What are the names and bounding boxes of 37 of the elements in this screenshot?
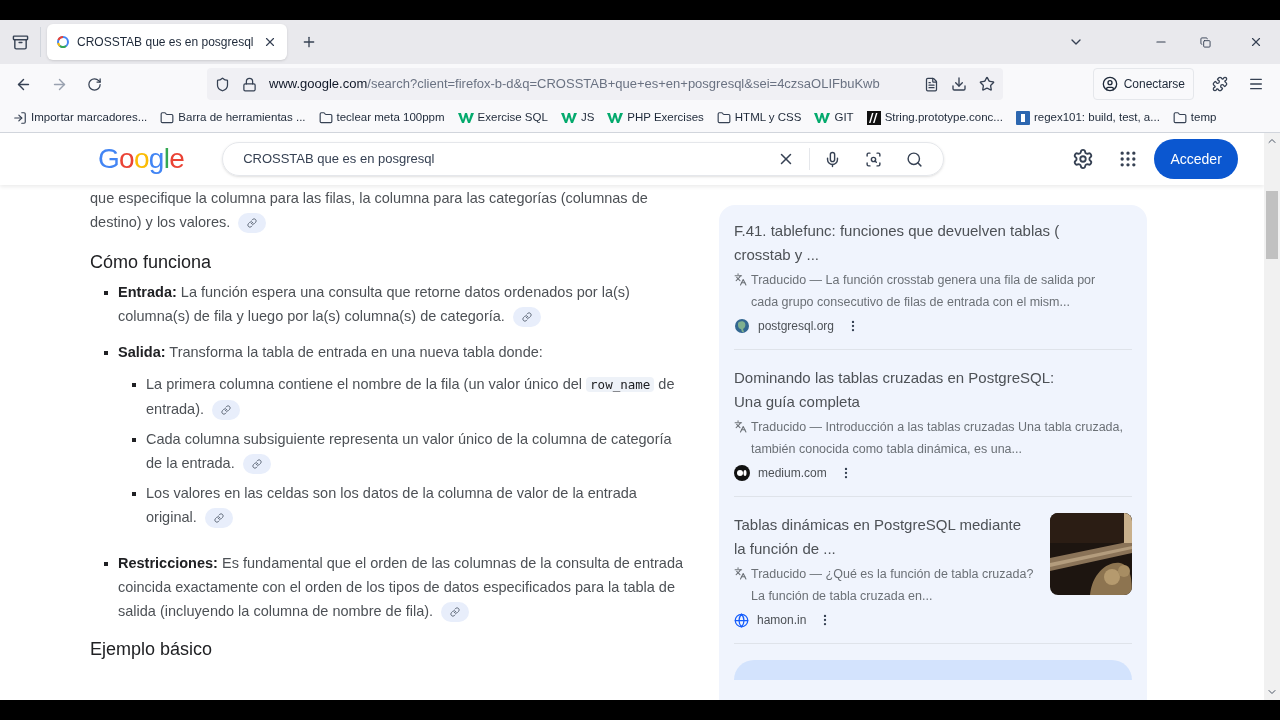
bookmark-item[interactable]: String.prototype.conc...: [866, 109, 1003, 127]
result-title[interactable]: Dominando las tablas cruzadas en PostgreSQL: Una guía completa: [734, 366, 1074, 414]
google-logo[interactable]: Google: [98, 138, 185, 180]
browser-tab[interactable]: CROSSTAB que es en posgresql: [47, 24, 287, 60]
bookmark-item[interactable]: temp: [1172, 109, 1217, 127]
result-source[interactable]: postgresql.org: [758, 317, 835, 335]
list-text: Los valores en las celdas son los datos de la columna de valor de la entrada original.: [146, 481, 686, 529]
bookmark-item[interactable]: Barra de herramientas ...: [160, 109, 306, 127]
result-snippet: Traducido — Introducción a las tablas cruzadas Una tabla cruzada, también conocida como tabla dinámica, es una...: [751, 419, 1124, 458]
url-text: www.google.com/search?client=firefox-b-d&q=CROSSTAB+que+es+en+posgresql&sei=4czsaOLIFbuKwb: [269, 75, 881, 94]
list-text: Restricciones: Es fundamental que el orden de las columnas de la consulta de entrada coincida exactamente con el orden de los tipos de datos especificados para la tabla de salida (incluyendo la columna de nombre de fila).: [118, 551, 686, 623]
tab-title: CROSSTAB que es en posgresql: [77, 34, 255, 51]
result-source[interactable]: hamon.in: [757, 611, 807, 629]
list-text: La primera columna contiene el nombre de la fila (un valor único del row_name de entrada).: [146, 372, 686, 421]
bookmark-item[interactable]: Exercise SQL: [457, 109, 548, 127]
result-snippet: Traducido — La función crosstab genera una fila de salida por cada grupo consecutivo de filas de entrada con el mism...: [751, 272, 1097, 311]
list-text: Cada columna subsiguiente representa un valor único de la columna de categoría de la entrada.: [146, 427, 686, 475]
bookmark-item[interactable]: JS: [560, 109, 595, 127]
result-title[interactable]: F.41. tablefunc: funciones que devuelven tablas ( crosstab y ...: [734, 219, 1074, 267]
search-query: CROSSTAB que es en posgresql: [243, 150, 436, 169]
bookmark-item[interactable]: GIT: [814, 109, 854, 127]
bookmark-item[interactable]: HTML y CSS: [716, 109, 802, 127]
address-bar[interactable]: www.google.com/search?client=firefox-b-d&q=CROSSTAB+que+es+en+posgresql&sei=4czsaOLIFbuKwb: [207, 68, 1003, 100]
list-text: Entrada: La función espera una consulta que retorne datos ordenados por la(s) columna(s) de fila y luego por la(s) columna(s) de categoría.: [118, 280, 686, 328]
sign-in-button[interactable]: Conectarse: [1092, 68, 1194, 100]
result-source[interactable]: medium.com: [758, 464, 827, 482]
section-heading: Ejemplo básico: [90, 638, 214, 661]
bookmark-item[interactable]: regex101: build, test, a...: [1015, 109, 1160, 127]
list-text: Salida: Transforma la tabla de entrada en una nueva tabla donde:: [118, 343, 543, 362]
result-snippet: Traducido — ¿Qué es la función de tabla cruzada? La función de tabla cruzada en...: [751, 566, 1035, 605]
bookmark-item[interactable]: Importar marcadores...: [13, 109, 148, 127]
bookmark-item[interactable]: teclear meta 100ppm: [318, 109, 445, 127]
section-heading: Cómo funciona: [90, 251, 213, 274]
paragraph: que especifique la columna para las filas, la columna para las categorías (columnas de destino) y los valores.: [90, 186, 686, 234]
bookmark-item[interactable]: PHP Exercises: [607, 109, 704, 127]
result-title[interactable]: Tablas dinámicas en PostgreSQL mediante la función de ...: [734, 513, 1036, 561]
sign-in-button[interactable]: Acceder: [1154, 139, 1239, 179]
